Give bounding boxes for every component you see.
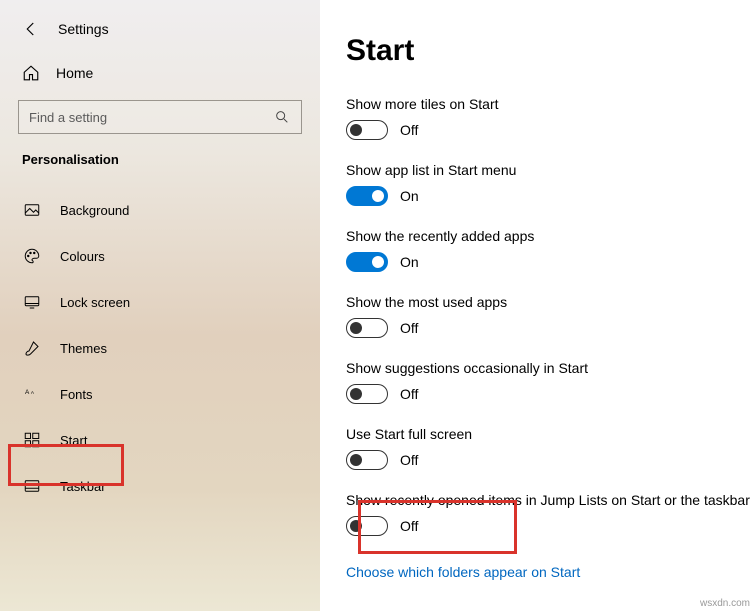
option-more-tiles: Show more tiles on Start Off [346, 96, 756, 140]
option-label: Show app list in Start menu [346, 162, 756, 178]
toggle-state-label: Off [400, 518, 418, 534]
toggle-state-label: Off [400, 452, 418, 468]
svg-text:A: A [25, 389, 30, 396]
option-label: Show the most used apps [346, 294, 756, 310]
sidebar-item-label: Fonts [60, 387, 93, 402]
home-icon [22, 64, 40, 82]
page-title: Start [346, 34, 756, 68]
search-box[interactable] [18, 100, 302, 134]
option-label: Show the recently added apps [346, 228, 756, 244]
sidebar-item-fonts[interactable]: AA Fonts [0, 371, 320, 417]
toggle-recently-added[interactable] [346, 252, 388, 272]
choose-folders-link[interactable]: Choose which folders appear on Start [346, 564, 580, 580]
toggle-state-label: Off [400, 386, 418, 402]
option-jump-lists: Show recently opened items in Jump Lists… [346, 492, 756, 536]
option-fullscreen: Use Start full screen Off [346, 426, 756, 470]
svg-text:A: A [31, 390, 35, 395]
palette-icon [22, 247, 42, 265]
search-input[interactable] [29, 110, 273, 125]
sidebar-item-label: Start [60, 433, 87, 448]
settings-app: Settings Home Personalisation Background [0, 0, 756, 611]
toggle-state-label: On [400, 188, 419, 204]
category-title: Personalisation [22, 152, 320, 167]
start-grid-icon [22, 431, 42, 449]
toggle-state-label: Off [400, 122, 418, 138]
option-label: Show suggestions occasionally in Start [346, 360, 756, 376]
monitor-icon [22, 293, 42, 311]
option-most-used: Show the most used apps Off [346, 294, 756, 338]
sidebar: Settings Home Personalisation Background [0, 0, 320, 611]
toggle-more-tiles[interactable] [346, 120, 388, 140]
toggle-fullscreen[interactable] [346, 450, 388, 470]
toggle-suggestions[interactable] [346, 384, 388, 404]
fonts-icon: AA [22, 385, 42, 403]
watermark: wsxdn.com [700, 598, 750, 609]
sidebar-item-label: Themes [60, 341, 107, 356]
option-suggestions: Show suggestions occasionally in Start O… [346, 360, 756, 404]
picture-icon [22, 201, 42, 219]
sidebar-item-lockscreen[interactable]: Lock screen [0, 279, 320, 325]
app-title: Settings [58, 21, 109, 37]
main-content: Start Show more tiles on Start Off Show … [320, 0, 756, 611]
sidebar-item-label: Lock screen [60, 295, 130, 310]
option-label: Show more tiles on Start [346, 96, 756, 112]
search-icon [273, 108, 291, 126]
sidebar-item-themes[interactable]: Themes [0, 325, 320, 371]
home-label: Home [56, 65, 93, 81]
taskbar-icon [22, 477, 42, 495]
sidebar-item-label: Colours [60, 249, 105, 264]
toggle-jump-lists[interactable] [346, 516, 388, 536]
option-app-list: Show app list in Start menu On [346, 162, 756, 206]
sidebar-item-label: Taskbar [60, 479, 106, 494]
option-label: Show recently opened items in Jump Lists… [346, 492, 756, 508]
option-recently-added: Show the recently added apps On [346, 228, 756, 272]
home-nav[interactable]: Home [22, 64, 320, 82]
title-bar: Settings [22, 20, 320, 38]
brush-icon [22, 339, 42, 357]
sidebar-nav: Background Colours Lock screen Themes [0, 187, 320, 509]
sidebar-item-label: Background [60, 203, 129, 218]
sidebar-item-start[interactable]: Start [0, 417, 320, 463]
toggle-app-list[interactable] [346, 186, 388, 206]
toggle-most-used[interactable] [346, 318, 388, 338]
sidebar-item-colours[interactable]: Colours [0, 233, 320, 279]
toggle-state-label: Off [400, 320, 418, 336]
toggle-state-label: On [400, 254, 419, 270]
sidebar-item-taskbar[interactable]: Taskbar [0, 463, 320, 509]
option-label: Use Start full screen [346, 426, 756, 442]
back-icon[interactable] [22, 20, 40, 38]
sidebar-item-background[interactable]: Background [0, 187, 320, 233]
